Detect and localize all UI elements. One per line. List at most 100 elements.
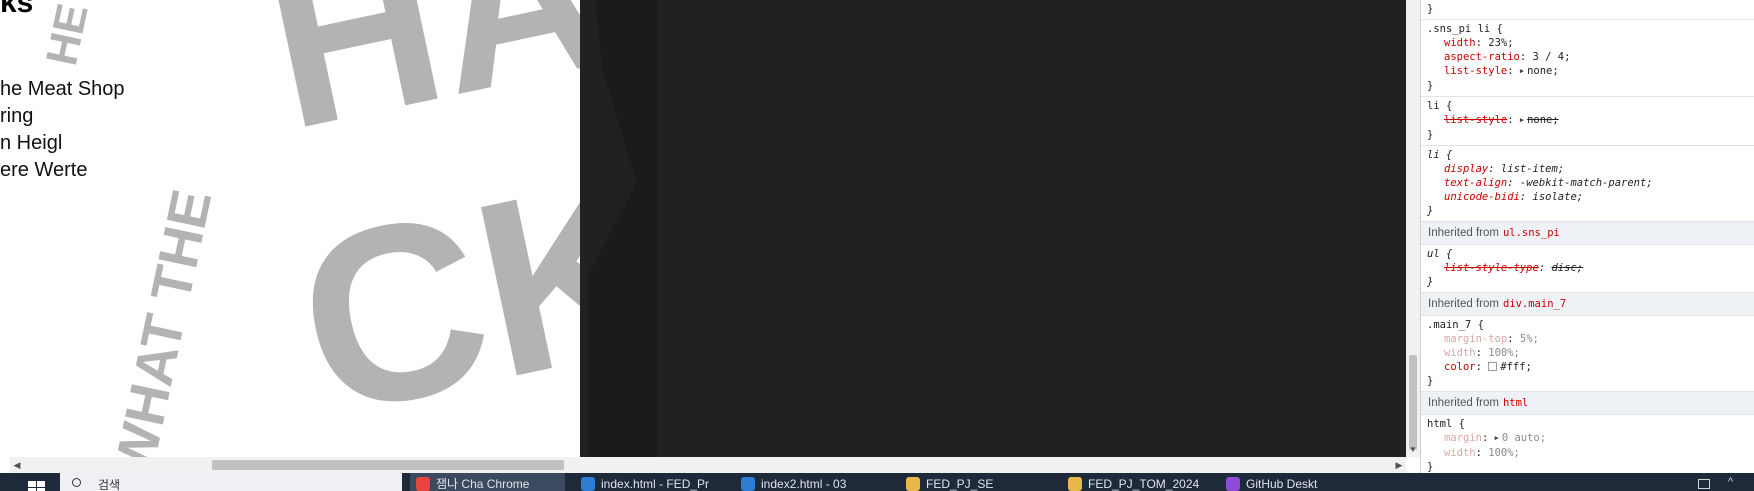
- scroll-left-icon[interactable]: ◀: [10, 457, 24, 473]
- tray-window-icon[interactable]: [1698, 479, 1710, 489]
- css-selector[interactable]: li {: [1427, 148, 1748, 162]
- expand-triangle-icon[interactable]: ▶: [1520, 64, 1524, 78]
- css-property[interactable]: margin-top: [1444, 333, 1507, 345]
- color-swatch-icon[interactable]: [1488, 362, 1498, 371]
- inherited-header: Inherited from html: [1421, 392, 1754, 415]
- inherited-label: Inherited from: [1428, 298, 1499, 310]
- css-declaration[interactable]: margin: ▶ 0 auto;: [1427, 431, 1748, 446]
- css-declaration[interactable]: list-style: ▶ none;: [1427, 113, 1748, 128]
- css-value[interactable]: isolate;: [1533, 191, 1584, 203]
- css-property[interactable]: unicode-bidi: [1444, 191, 1520, 203]
- css-selector[interactable]: ul {: [1427, 247, 1748, 261]
- shop-link-list: he Meat Shop ring n Heigl ere Werte: [0, 76, 125, 184]
- shop-link[interactable]: ring: [0, 103, 125, 130]
- css-property[interactable]: margin: [1444, 432, 1482, 444]
- css-value[interactable]: #fff;: [1500, 361, 1532, 373]
- css-value[interactable]: disc;: [1551, 262, 1583, 274]
- app-icon: [581, 477, 595, 491]
- taskbar-search[interactable]: 검색: [60, 473, 402, 491]
- shop-link[interactable]: he Meat Shop: [0, 76, 125, 103]
- scroll-down-icon[interactable]: ▼: [1406, 443, 1420, 457]
- poster-letters-ck: CK: [276, 120, 580, 457]
- css-value[interactable]: 3 / 4;: [1533, 51, 1571, 63]
- css-property[interactable]: list-style: [1444, 114, 1507, 126]
- inherited-source-link[interactable]: html: [1503, 397, 1528, 409]
- css-property[interactable]: color: [1444, 361, 1476, 373]
- css-property[interactable]: text-align: [1444, 177, 1507, 189]
- taskbar-app[interactable]: FED_PJ_SE: [900, 473, 1050, 491]
- taskbar-app[interactable]: index.html - FED_Pr: [575, 473, 725, 491]
- inherited-source-link[interactable]: ul.sns_pi: [1503, 227, 1560, 239]
- css-selector[interactable]: li {: [1427, 99, 1748, 113]
- css-declaration[interactable]: width: 100%;: [1427, 346, 1748, 360]
- poster-letters-what-the: WHAT THE: [101, 184, 224, 457]
- css-value[interactable]: 23%;: [1488, 37, 1513, 49]
- css-value[interactable]: 100%;: [1488, 347, 1520, 359]
- horizontal-scroll-thumb[interactable]: [212, 460, 564, 470]
- css-value[interactable]: 100%;: [1488, 447, 1520, 459]
- taskbar-app-label: index2.html - 03: [761, 477, 847, 491]
- windows-start-icon[interactable]: [12, 476, 58, 491]
- dark-shape: [588, 0, 658, 457]
- inherited-label: Inherited from: [1428, 397, 1499, 409]
- css-property[interactable]: width: [1444, 37, 1476, 49]
- inherited-source-link[interactable]: div.main_7: [1503, 298, 1566, 310]
- css-declaration[interactable]: color: #fff;: [1427, 360, 1748, 374]
- expand-triangle-icon[interactable]: ▶: [1495, 431, 1499, 445]
- inherited-header: Inherited from div.main_7: [1421, 293, 1754, 316]
- css-value[interactable]: list-item;: [1501, 163, 1564, 175]
- css-selector[interactable]: html {: [1427, 417, 1748, 431]
- css-rule-close: }: [1427, 129, 1434, 141]
- css-value[interactable]: none;: [1527, 65, 1559, 77]
- css-selector[interactable]: }: [1427, 2, 1748, 16]
- css-property[interactable]: list-style-type: [1444, 262, 1539, 274]
- taskbar-app[interactable]: 잼나 Cha Chrome: [410, 473, 565, 491]
- horizontal-scrollbar[interactable]: ◀ ▶: [10, 457, 1406, 473]
- css-value[interactable]: -webkit-match-parent;: [1520, 177, 1653, 189]
- css-declaration[interactable]: aspect-ratio: 3 / 4;: [1427, 50, 1748, 64]
- taskbar-app[interactable]: index2.html - 03: [735, 473, 890, 491]
- scroll-right-icon[interactable]: ▶: [1392, 457, 1406, 473]
- css-declaration[interactable]: display: list-item;: [1427, 162, 1748, 176]
- css-rule-close: }: [1427, 205, 1434, 217]
- taskbar-search-text: 검색: [98, 478, 121, 491]
- css-declaration[interactable]: list-style-type: disc;: [1427, 261, 1748, 275]
- css-value[interactable]: 5%;: [1520, 333, 1539, 345]
- expand-triangle-icon[interactable]: ▶: [1520, 113, 1524, 127]
- css-rule-close: }: [1427, 276, 1434, 288]
- poster-graphic: HA CK WHAT THE HE: [0, 0, 580, 457]
- app-icon: [1068, 477, 1082, 491]
- css-value[interactable]: 0 auto;: [1502, 432, 1546, 444]
- css-selector[interactable]: .sns_pi li {: [1427, 22, 1748, 36]
- css-declaration[interactable]: list-style: ▶ none;: [1427, 64, 1748, 79]
- css-rule: html {margin: ▶ 0 auto; width: 100%;}: [1421, 415, 1754, 473]
- css-property[interactable]: display: [1444, 163, 1488, 175]
- taskbar-app[interactable]: FED_PJ_TOM_2024: [1062, 473, 1212, 491]
- css-rule-close: }: [1427, 375, 1434, 387]
- css-declaration[interactable]: text-align: -webkit-match-parent;: [1427, 176, 1748, 190]
- vertical-scroll-thumb[interactable]: [1409, 355, 1417, 450]
- shop-link[interactable]: n Heigl: [0, 130, 125, 157]
- css-property[interactable]: width: [1444, 347, 1476, 359]
- shop-link[interactable]: ere Werte: [0, 157, 125, 184]
- poster-letters-he: HE: [37, 0, 98, 70]
- vertical-scrollbar[interactable]: ▼: [1406, 0, 1420, 457]
- css-property[interactable]: list-style: [1444, 65, 1507, 77]
- css-selector[interactable]: .main_7 {: [1427, 318, 1748, 332]
- css-declaration[interactable]: width: 23%;: [1427, 36, 1748, 50]
- inherited-label: Inherited from: [1428, 227, 1499, 239]
- css-property[interactable]: width: [1444, 447, 1476, 459]
- css-declaration[interactable]: unicode-bidi: isolate;: [1427, 190, 1748, 204]
- taskbar-app-label: index.html - FED_Pr: [601, 477, 710, 491]
- section-heading: ks: [0, 0, 34, 19]
- page-viewport: HA CK WHAT THE HE ks he Meat Shop ring n…: [0, 0, 1406, 457]
- tray-arrow-icon[interactable]: ^: [1728, 476, 1738, 490]
- devtools-styles-pane: } .sns_pi li {width: 23%; aspect-ratio: 3 …: [1420, 0, 1754, 473]
- taskbar-app[interactable]: GitHub Deskt: [1220, 473, 1360, 491]
- css-rule: li {display: list-item; text-align: -webk…: [1421, 146, 1754, 222]
- css-property[interactable]: aspect-ratio: [1444, 51, 1520, 63]
- css-declaration[interactable]: margin-top: 5%;: [1427, 332, 1748, 346]
- css-value[interactable]: none;: [1527, 114, 1559, 126]
- scroll-corner: [0, 457, 10, 473]
- css-declaration[interactable]: width: 100%;: [1427, 446, 1748, 460]
